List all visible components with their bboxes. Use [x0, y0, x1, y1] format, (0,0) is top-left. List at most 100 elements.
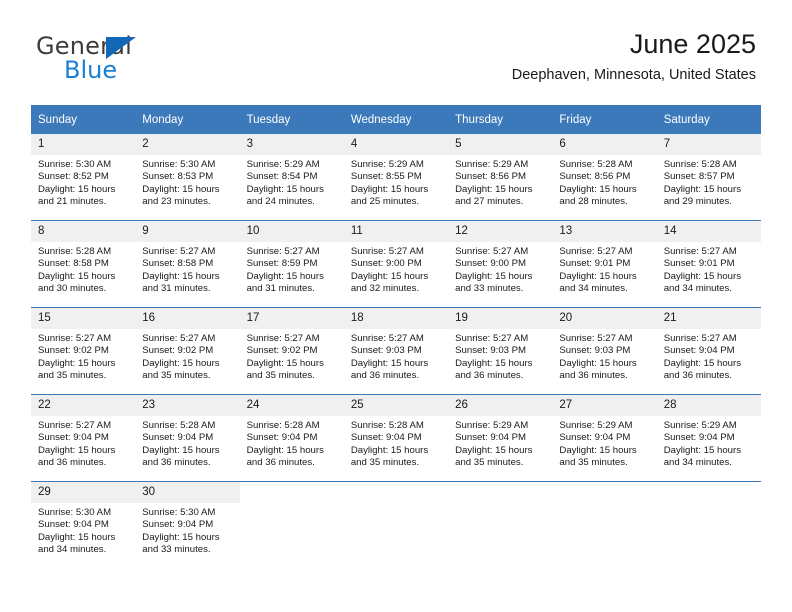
calendar-day-cell[interactable]: 8 Sunrise: 5:28 AM Sunset: 8:58 PM Daylight… — [31, 220, 136, 308]
daylight-text-line2: and 36 minutes. — [663, 370, 732, 382]
weekday-header-wednesday: Wednesday — [343, 105, 449, 134]
day-details: Sunrise: 5:29 AM Sunset: 8:56 PM Daylight:… — [448, 155, 552, 209]
daylight-text-line1: Daylight: 15 hours — [455, 270, 533, 282]
calendar-day-cell-empty — [552, 481, 657, 568]
calendar-body: 1 Sunrise: 5:30 AM Sunset: 8:52 PM Daylight… — [31, 134, 761, 568]
sunset-text: Sunset: 9:00 PM — [455, 258, 527, 270]
day-number: 16 — [135, 308, 240, 329]
daylight-text-line1: Daylight: 15 hours — [38, 357, 116, 369]
sunrise-text: Sunrise: 5:27 AM — [350, 246, 424, 257]
calendar-day-cell[interactable]: 30 Sunrise: 5:30 AM Sunset: 9:04 PM Dayligh… — [135, 481, 240, 568]
daylight-text-line2: and 34 minutes. — [38, 544, 107, 556]
sunrise-text: Sunrise: 5:27 AM — [246, 333, 320, 344]
daylight-text-line1: Daylight: 15 hours — [142, 270, 220, 282]
day-number: 23 — [135, 395, 240, 416]
calendar-day-cell[interactable]: 1 Sunrise: 5:30 AM Sunset: 8:52 PM Daylight… — [31, 134, 136, 221]
day-number: 27 — [552, 395, 657, 416]
calendar-day-cell[interactable]: 18 Sunrise: 5:27 AM Sunset: 9:03 PM Dayligh… — [343, 307, 449, 395]
sunrise-text: Sunrise: 5:28 AM — [246, 420, 320, 431]
sunset-text: Sunset: 9:02 PM — [142, 345, 214, 357]
day-details: Sunrise: 5:27 AM Sunset: 9:01 PM Daylight:… — [552, 242, 656, 296]
calendar-day-cell[interactable]: 25 Sunrise: 5:28 AM Sunset: 9:04 PM Dayligh… — [343, 394, 449, 482]
sunset-text: Sunset: 9:04 PM — [142, 432, 214, 444]
daylight-text-line2: and 34 minutes. — [663, 283, 732, 295]
weekday-header-monday: Monday — [135, 105, 240, 134]
calendar-day-cell[interactable]: 19 Sunrise: 5:27 AM Sunset: 9:03 PM Dayligh… — [448, 307, 553, 395]
calendar-day-cell[interactable]: 22 Sunrise: 5:27 AM Sunset: 9:04 PM Dayligh… — [31, 394, 136, 482]
daylight-text-line2: and 32 minutes. — [350, 283, 420, 295]
calendar-day-cell[interactable]: 3 Sunrise: 5:29 AM Sunset: 8:54 PM Daylight… — [239, 134, 344, 221]
calendar-day-cell[interactable]: 6 Sunrise: 5:28 AM Sunset: 8:56 PM Daylight… — [552, 134, 657, 221]
sunrise-text: Sunrise: 5:28 AM — [350, 420, 424, 431]
sunrise-text: Sunrise: 5:30 AM — [38, 507, 112, 518]
day-details: Sunrise: 5:27 AM Sunset: 9:03 PM Daylight:… — [448, 329, 552, 383]
calendar-day-cell[interactable]: 16 Sunrise: 5:27 AM Sunset: 9:02 PM Dayligh… — [135, 307, 240, 395]
daylight-text-line1: Daylight: 15 hours — [350, 183, 429, 195]
calendar-day-cell[interactable]: 12 Sunrise: 5:27 AM Sunset: 9:00 PM Dayligh… — [448, 220, 553, 308]
calendar-day-cell-empty — [656, 481, 761, 568]
daylight-text-line2: and 36 minutes. — [142, 457, 211, 469]
daylight-text-line2: and 31 minutes. — [142, 283, 211, 295]
calendar-week-row: 1 Sunrise: 5:30 AM Sunset: 8:52 PM Daylight… — [31, 134, 761, 221]
sunrise-text: Sunrise: 5:28 AM — [559, 159, 633, 170]
sunrise-text: Sunrise: 5:29 AM — [663, 420, 737, 431]
daylight-text-line1: Daylight: 15 hours — [246, 357, 324, 369]
day-details: Sunrise: 5:27 AM Sunset: 9:00 PM Daylight:… — [448, 242, 552, 296]
daylight-text-line1: Daylight: 15 hours — [38, 444, 116, 456]
sunset-text: Sunset: 9:03 PM — [559, 345, 631, 357]
calendar-day-cell[interactable]: 7 Sunrise: 5:28 AM Sunset: 8:57 PM Daylight… — [656, 134, 761, 221]
day-number — [448, 482, 553, 503]
calendar-day-cell[interactable]: 29 Sunrise: 5:30 AM Sunset: 9:04 PM Dayligh… — [31, 481, 136, 568]
sunrise-text: Sunrise: 5:30 AM — [38, 159, 112, 170]
calendar-day-cell[interactable]: 9 Sunrise: 5:27 AM Sunset: 8:58 PM Daylight… — [135, 220, 240, 308]
daylight-text-line1: Daylight: 15 hours — [350, 270, 429, 282]
calendar-day-cell[interactable]: 2 Sunrise: 5:30 AM Sunset: 8:53 PM Daylight… — [135, 134, 240, 221]
daylight-text-line1: Daylight: 15 hours — [455, 357, 533, 369]
sunset-text: Sunset: 8:58 PM — [38, 258, 109, 270]
calendar-day-cell[interactable]: 24 Sunrise: 5:28 AM Sunset: 9:04 PM Dayligh… — [239, 394, 344, 482]
day-number: 7 — [656, 134, 761, 155]
calendar-day-cell[interactable]: 28 Sunrise: 5:29 AM Sunset: 9:04 PM Dayligh… — [656, 394, 761, 482]
calendar-day-cell[interactable]: 27 Sunrise: 5:29 AM Sunset: 9:04 PM Dayligh… — [552, 394, 657, 482]
calendar-day-cell[interactable]: 23 Sunrise: 5:28 AM Sunset: 9:04 PM Dayligh… — [135, 394, 240, 482]
daylight-text-line1: Daylight: 15 hours — [350, 357, 429, 369]
calendar-day-cell[interactable]: 20 Sunrise: 5:27 AM Sunset: 9:03 PM Dayligh… — [552, 307, 657, 395]
daylight-text-line2: and 35 minutes. — [142, 370, 211, 382]
day-number: 18 — [343, 308, 449, 329]
daylight-text-line1: Daylight: 15 hours — [455, 183, 533, 195]
sunset-text: Sunset: 8:59 PM — [246, 258, 318, 270]
day-details: Sunrise: 5:29 AM Sunset: 8:55 PM Daylight:… — [344, 155, 448, 209]
calendar-day-cell[interactable]: 5 Sunrise: 5:29 AM Sunset: 8:56 PM Daylight… — [448, 134, 553, 221]
daylight-text-line2: and 33 minutes. — [142, 544, 211, 556]
calendar-day-cell[interactable]: 17 Sunrise: 5:27 AM Sunset: 9:02 PM Dayligh… — [239, 307, 344, 395]
sunset-text: Sunset: 9:01 PM — [559, 258, 631, 270]
calendar-day-cell[interactable]: 21 Sunrise: 5:27 AM Sunset: 9:04 PM Dayligh… — [656, 307, 761, 395]
daylight-text-line2: and 24 minutes. — [246, 196, 315, 208]
calendar-day-cell[interactable]: 4 Sunrise: 5:29 AM Sunset: 8:55 PM Daylight… — [343, 134, 449, 221]
calendar-day-cell[interactable]: 15 Sunrise: 5:27 AM Sunset: 9:02 PM Dayligh… — [31, 307, 136, 395]
calendar-day-cell[interactable]: 13 Sunrise: 5:27 AM Sunset: 9:01 PM Dayligh… — [552, 220, 657, 308]
day-details: Sunrise: 5:27 AM Sunset: 9:00 PM Daylight:… — [344, 242, 448, 296]
day-number — [343, 482, 449, 503]
day-details: Sunrise: 5:27 AM Sunset: 9:02 PM Daylight:… — [135, 329, 239, 383]
sunset-text: Sunset: 9:04 PM — [663, 432, 735, 444]
day-number: 5 — [448, 134, 553, 155]
day-number: 29 — [31, 482, 136, 503]
day-details: Sunrise: 5:27 AM Sunset: 9:04 PM Daylight:… — [657, 329, 761, 383]
daylight-text-line1: Daylight: 15 hours — [246, 444, 324, 456]
general-blue-logo[interactable]: General Blue — [36, 32, 236, 88]
calendar-day-cell[interactable]: 26 Sunrise: 5:29 AM Sunset: 9:04 PM Dayligh… — [448, 394, 553, 482]
weekday-header-tuesday: Tuesday — [239, 105, 344, 134]
calendar-day-cell[interactable]: 11 Sunrise: 5:27 AM Sunset: 9:00 PM Dayligh… — [343, 220, 449, 308]
day-details: Sunrise: 5:27 AM Sunset: 8:58 PM Daylight:… — [135, 242, 239, 296]
sunrise-text: Sunrise: 5:27 AM — [350, 333, 424, 344]
sunrise-text: Sunrise: 5:27 AM — [246, 246, 320, 257]
daylight-text-line2: and 35 minutes. — [559, 457, 628, 469]
calendar-day-cell[interactable]: 14 Sunrise: 5:27 AM Sunset: 9:01 PM Dayligh… — [656, 220, 761, 308]
day-number: 13 — [552, 221, 657, 242]
weekday-header-sunday: Sunday — [31, 105, 136, 134]
weekday-header-row: Sunday Monday Tuesday Wednesday Thursday… — [31, 105, 761, 134]
sunset-text: Sunset: 9:00 PM — [350, 258, 422, 270]
calendar-day-cell[interactable]: 10 Sunrise: 5:27 AM Sunset: 8:59 PM Dayligh… — [239, 220, 344, 308]
sunrise-text: Sunrise: 5:29 AM — [559, 420, 633, 431]
